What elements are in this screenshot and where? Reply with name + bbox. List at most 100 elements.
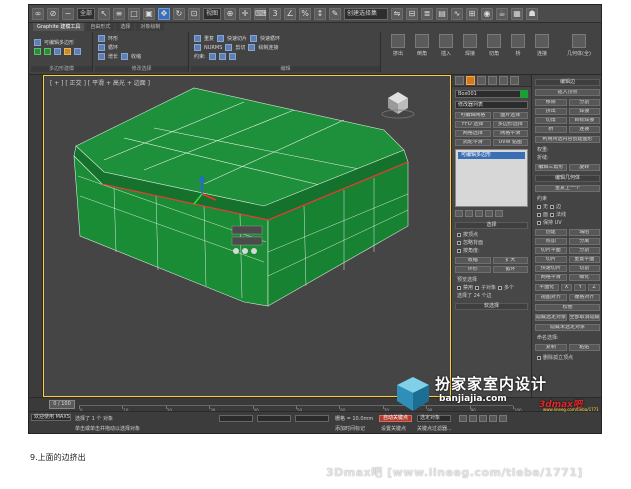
modifier-stack[interactable]: 可编辑多边形 — [455, 149, 528, 207]
mirror-icon[interactable]: ⇋ — [391, 7, 404, 20]
mod-btn-3[interactable]: FFD 选择 — [455, 121, 491, 128]
z-coord-field[interactable] — [295, 415, 329, 422]
tessellate-button[interactable]: 细化 — [568, 274, 600, 281]
paste-button[interactable]: 粘贴 — [568, 344, 600, 351]
configure-sets-icon[interactable] — [495, 210, 503, 217]
edge-icon[interactable] — [44, 48, 51, 55]
named-selection-dropdown[interactable]: 创建选择集 — [344, 7, 389, 20]
selection-rollout-header[interactable]: 选择 — [455, 222, 528, 229]
hide-unselected-button[interactable]: 隐藏未选定对象 — [535, 324, 600, 331]
snaps-icon[interactable]: 3 — [269, 7, 282, 20]
cut-label[interactable]: 剪切 — [235, 44, 245, 51]
mod-btn-5[interactable]: 网格选择 — [455, 130, 491, 137]
edit-geometry-header[interactable]: 编辑几何体 — [535, 175, 600, 182]
preview-off-radio[interactable] — [457, 285, 461, 290]
set-key-label[interactable]: 设置关键点 — [381, 425, 406, 432]
nurms-label[interactable]: NURMS — [204, 45, 222, 51]
border-icon[interactable] — [54, 48, 61, 55]
time-slider[interactable]: 0 / 100 — [49, 400, 75, 409]
y-coord-field[interactable] — [257, 415, 291, 422]
move-icon[interactable]: ✥ — [158, 7, 171, 20]
target-weld-button[interactable]: 目标焊接 — [568, 117, 600, 124]
by-vertex-box[interactable] — [457, 232, 461, 237]
caddy-apply[interactable] — [242, 248, 248, 254]
scale-icon[interactable]: ⊡ — [188, 7, 201, 20]
mod-btn-7[interactable]: 涡轮平滑 — [455, 139, 491, 146]
slice-plane-button[interactable]: 切片平面 — [535, 247, 567, 254]
collapse-button[interactable]: 塌陷 — [568, 229, 600, 236]
rotate-icon[interactable]: ↻ — [173, 7, 186, 20]
mod-btn-2[interactable]: 面片选择 — [492, 112, 528, 119]
align-icon[interactable]: ⊟ — [406, 7, 419, 20]
modify-tab-icon[interactable] — [466, 76, 475, 85]
spinner-snap-icon[interactable]: ↕ — [314, 7, 327, 20]
ring-label[interactable]: 环形 — [108, 35, 118, 42]
relax-button[interactable]: 松弛 — [535, 304, 600, 311]
tab-graphite[interactable]: Graphite 建模工具 — [33, 23, 85, 31]
editable-poly-label[interactable]: 可编辑多边形 — [44, 39, 74, 46]
mod-btn-4[interactable]: 多边形选择 — [492, 121, 528, 128]
shrink-button[interactable]: 收缩 — [455, 257, 491, 264]
loop-label[interactable]: 循环 — [108, 44, 118, 51]
planarize-button[interactable]: 平面化 — [535, 284, 559, 291]
quickloop-label[interactable]: 快速循环 — [260, 35, 280, 42]
planarize-x-button[interactable]: X — [560, 284, 573, 291]
repeat-last-button[interactable]: 重复上一个 — [535, 185, 600, 192]
prev-frame-icon[interactable] — [469, 415, 477, 422]
chamfer-button[interactable]: 切角 — [483, 34, 505, 58]
show-end-result-icon[interactable] — [465, 210, 473, 217]
constraint-face-radio[interactable] — [537, 212, 541, 217]
insert-vertex-button[interactable]: 插入顶点 — [535, 89, 600, 96]
loop-button[interactable]: 循环 — [492, 266, 528, 273]
weld-edge-button[interactable]: 焊接 — [568, 108, 600, 115]
planarize-y-button[interactable]: Y — [574, 284, 587, 291]
autokey-button[interactable]: 自动关键点 — [379, 415, 413, 422]
object-color-swatch[interactable] — [520, 90, 528, 98]
utilities-tab-icon[interactable] — [510, 76, 519, 85]
tab-selection[interactable]: 选择 — [116, 23, 135, 31]
create-tab-icon[interactable] — [455, 76, 464, 85]
constraint-normal-radio[interactable] — [550, 212, 555, 217]
layer-icon[interactable]: ≣ — [421, 7, 434, 20]
select-by-name-icon[interactable]: ≡ — [113, 7, 126, 20]
chamfer-edge-button[interactable]: 切角 — [535, 117, 567, 124]
angle-snap-icon[interactable]: ∠ — [284, 7, 297, 20]
selection-filter-dropdown[interactable]: 全部 — [77, 7, 96, 20]
mod-btn-1[interactable]: 可编辑网格 — [455, 112, 491, 119]
quickslice-label[interactable]: 快速切片 — [227, 35, 247, 42]
split-button[interactable]: 分割 — [568, 99, 600, 106]
curve-editor-icon[interactable]: ∿ — [451, 7, 464, 20]
grid-align-button[interactable]: 栅格对齐 — [568, 294, 600, 301]
schematic-icon[interactable]: ⊞ — [466, 7, 479, 20]
render-icon[interactable]: ☗ — [526, 7, 539, 20]
object-name-field[interactable]: Box001 — [455, 90, 528, 98]
keyboard-shortcut-icon[interactable]: ⌨ — [254, 7, 267, 20]
constraint-none-icon[interactable] — [208, 53, 216, 60]
pivot-icon[interactable]: ⊕ — [224, 7, 237, 20]
attach-button[interactable]: 附加 — [535, 238, 567, 245]
detach-button[interactable]: 分离 — [568, 238, 600, 245]
connect-button[interactable]: 连接 — [531, 34, 553, 58]
paint-connect-label[interactable]: 绘制连接 — [258, 44, 278, 51]
x-coord-field[interactable] — [219, 415, 253, 422]
split-geom-button[interactable]: 分割 — [568, 247, 600, 254]
caddy-ok[interactable] — [233, 248, 239, 254]
quickslice-button[interactable]: 快速切片 — [535, 265, 567, 272]
next-frame-icon[interactable] — [489, 415, 497, 422]
constraint-edge-icon[interactable] — [218, 53, 226, 60]
ring-button[interactable]: 环形 — [455, 266, 491, 273]
mod-btn-8[interactable]: UVW 贴图 — [492, 139, 528, 146]
edit-named-sel-icon[interactable]: ✎ — [329, 7, 342, 20]
weld-button[interactable]: 焊接 — [459, 34, 481, 58]
pin-stack-icon[interactable] — [455, 210, 463, 217]
key-filters-label[interactable]: 关键点过滤器... — [417, 425, 452, 432]
delete-isolated-row[interactable]: 删除孤立顶点 — [537, 354, 598, 361]
maxscript-listener[interactable]: 欢迎使用 MAXS — [31, 414, 71, 421]
caddy-field-2[interactable] — [231, 236, 263, 246]
modifier-list-dropdown[interactable]: 修改器列表 — [455, 101, 528, 109]
planarize-z-button[interactable]: Z — [588, 284, 600, 291]
add-time-tag-label[interactable]: 添加时间标记 — [335, 425, 365, 432]
selected-dropdown[interactable]: 选定对象 — [417, 415, 451, 422]
geometry-all-button[interactable]: 几何体(全) — [559, 34, 599, 58]
percent-snap-icon[interactable]: % — [299, 7, 312, 20]
